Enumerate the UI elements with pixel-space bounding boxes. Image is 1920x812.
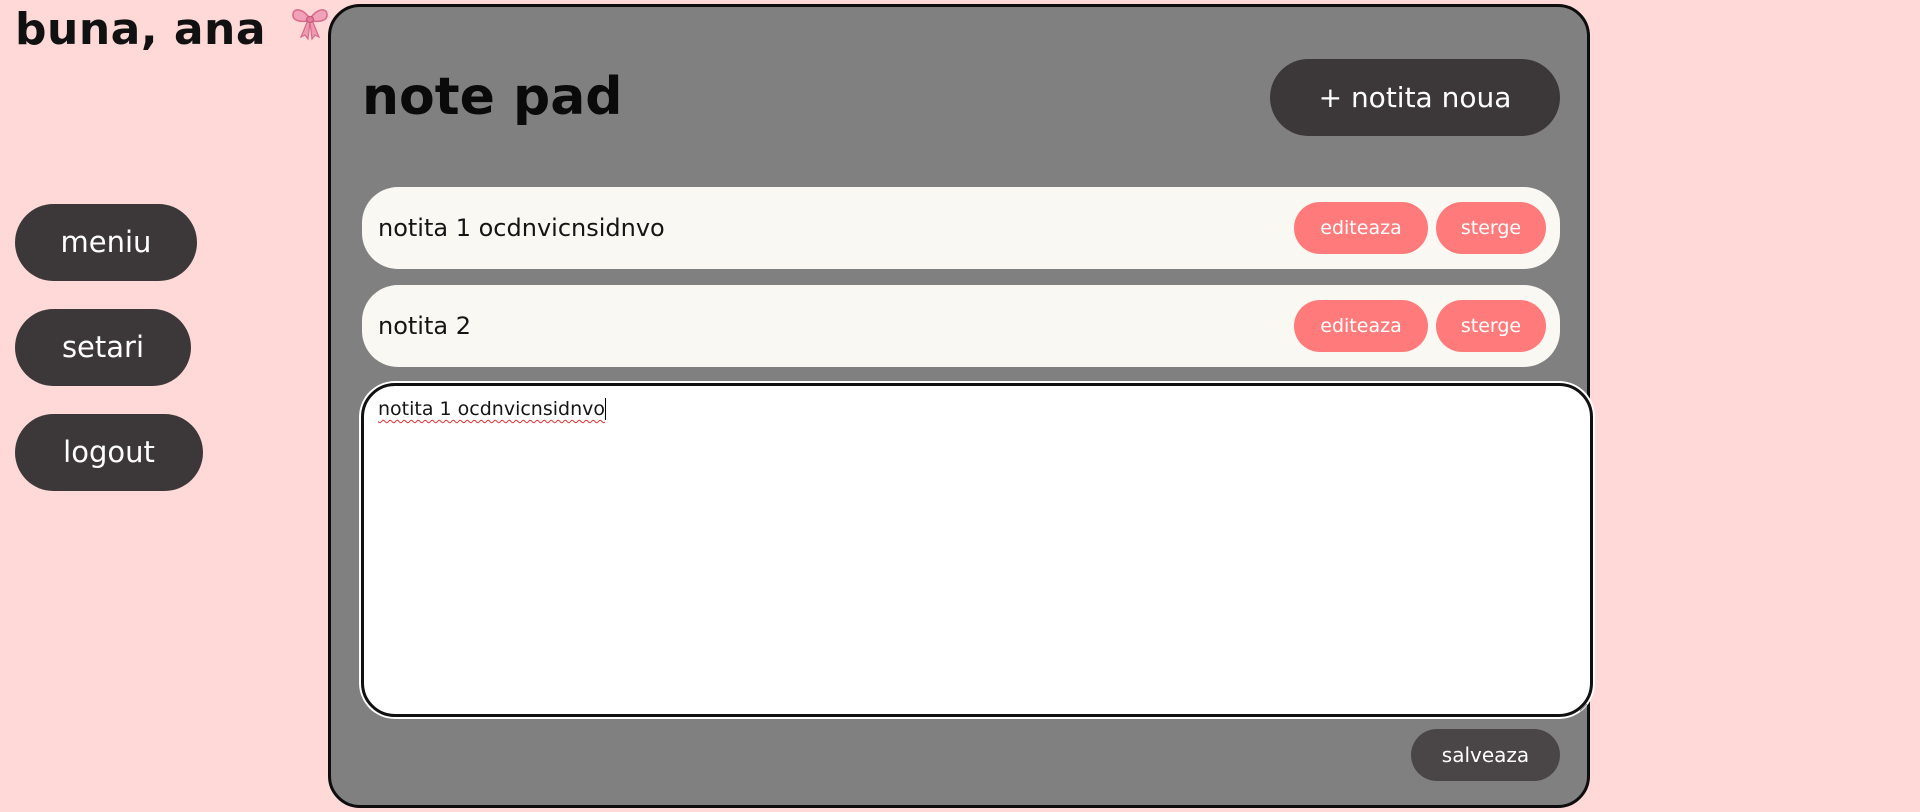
- delete-note-button[interactable]: sterge: [1436, 202, 1546, 254]
- delete-note-button[interactable]: sterge: [1436, 300, 1546, 352]
- sidebar-nav: meniu setari logout: [15, 204, 203, 519]
- sidebar-item-setari[interactable]: setari: [15, 309, 191, 386]
- note-list-item: notita 1 ocdnvicnsidnvo editeaza sterge: [362, 187, 1560, 269]
- edit-note-button[interactable]: editeaza: [1294, 202, 1428, 254]
- sidebar-item-logout[interactable]: logout: [15, 414, 203, 491]
- text-caret: [605, 398, 606, 420]
- app-page: buna, ana meniu setari logout note pad +…: [0, 0, 1920, 812]
- note-actions: editeaza sterge: [1294, 300, 1546, 352]
- page-title: note pad: [362, 67, 623, 127]
- save-button[interactable]: salveaza: [1411, 729, 1560, 781]
- note-actions: editeaza sterge: [1294, 202, 1546, 254]
- ribbon-bow-icon: [290, 1, 330, 52]
- greeting-header: buna, ana: [15, 4, 330, 58]
- note-editor-textarea[interactable]: notita 1 ocdnvicnsidnvo: [361, 383, 1593, 717]
- new-note-button[interactable]: + notita noua: [1270, 59, 1560, 136]
- note-text: notita 2: [378, 312, 471, 340]
- sidebar-item-meniu[interactable]: meniu: [15, 204, 197, 281]
- notepad-panel: note pad + notita noua notita 1 ocdnvicn…: [328, 4, 1593, 808]
- greeting-text: buna, ana: [15, 4, 267, 55]
- edit-note-button[interactable]: editeaza: [1294, 300, 1428, 352]
- editor-text: notita 1 ocdnvicnsidnvo: [378, 398, 605, 420]
- note-text: notita 1 ocdnvicnsidnvo: [378, 214, 665, 242]
- note-list-item: notita 2 editeaza sterge: [362, 285, 1560, 367]
- resize-grip-icon[interactable]: [1578, 702, 1588, 712]
